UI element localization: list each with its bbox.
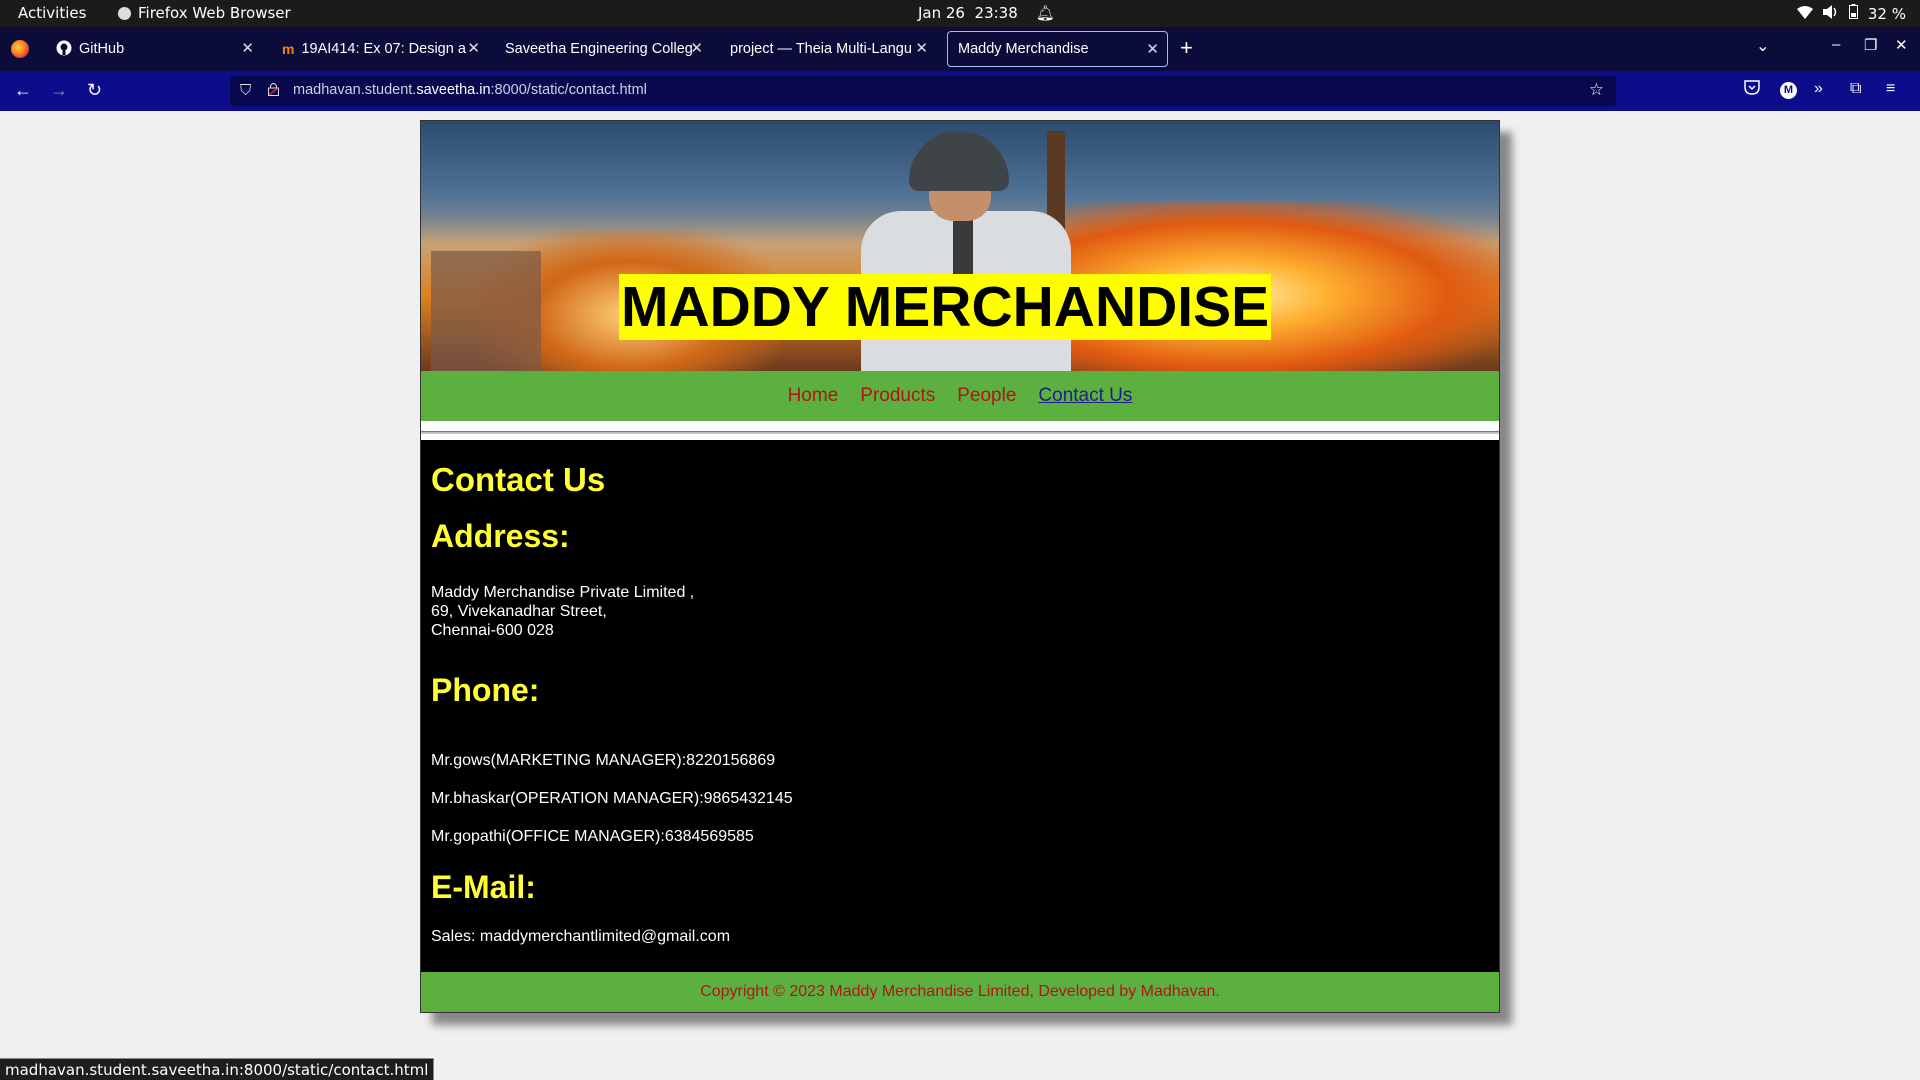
address-line: Chennai-600 028	[431, 622, 554, 639]
close-tab-icon[interactable]: ✕	[467, 39, 480, 57]
tab-saveetha[interactable]: Saveetha Engineering Colleg ✕	[495, 31, 711, 67]
app-menu[interactable]: Firefox Web Browser	[118, 4, 291, 22]
volume-icon	[1822, 4, 1839, 23]
lock-icon[interactable]	[268, 82, 279, 99]
minimize-icon[interactable]: –	[1832, 36, 1840, 53]
activities-button[interactable]: Activities	[18, 4, 86, 22]
bookmark-star-icon[interactable]: ☆	[1589, 80, 1604, 100]
reload-icon[interactable]: ↻	[87, 80, 102, 101]
forward-icon[interactable]: →	[50, 80, 68, 101]
address-line: 69, Vivekanadhar Street,	[431, 603, 607, 620]
phone-entry: Mr.gows(MARKETING MANAGER):8220156869	[431, 752, 776, 769]
phone-entry: Mr.gopathi(OFFICE MANAGER):6384569585	[431, 828, 754, 845]
email-entry: Sales: maddymerchantlimited@gmail.com	[431, 928, 731, 945]
list-all-tabs-icon[interactable]: ⌄	[1756, 36, 1769, 56]
nav-contact-link[interactable]: Contact Us	[1038, 385, 1132, 407]
nav-products-link[interactable]: Products	[860, 385, 935, 407]
new-tab-icon[interactable]: +	[1180, 35, 1193, 61]
battery-icon	[1848, 4, 1858, 23]
date: Jan 26	[918, 4, 965, 22]
site-footer: Copyright © 2023 Maddy Merchandise Limit…	[421, 972, 1499, 1012]
tab-label: 19AI414: Ex 07: Design a	[301, 41, 466, 57]
extensions-icon[interactable]: ⧉	[1850, 80, 1861, 98]
tab-label: Maddy Merchandise	[958, 41, 1089, 57]
email-heading: E-Mail:	[431, 869, 536, 905]
system-top-bar: Activities Firefox Web Browser Jan 26 23…	[0, 0, 1920, 27]
restore-icon[interactable]: ❐	[1864, 36, 1877, 54]
header-banner: MADDY MERCHANDISE	[421, 121, 1499, 371]
url-prefix: madhavan.student.	[293, 82, 417, 98]
clock[interactable]: Jan 26 23:38 🔔︎	[918, 4, 1055, 22]
url-domain: saveetha.in	[416, 82, 491, 98]
hamburger-menu-icon[interactable]: ≡	[1886, 80, 1895, 98]
close-tab-icon[interactable]: ✕	[915, 39, 928, 57]
tab-label: Saveetha Engineering Colleg	[505, 41, 693, 57]
address-line: Maddy Merchandise Private Limited ,	[431, 584, 695, 601]
overflow-chevron-icon[interactable]: »	[1814, 80, 1823, 98]
pocket-icon[interactable]	[1744, 80, 1760, 100]
close-window-icon[interactable]: ✕	[1895, 36, 1908, 54]
firefox-view-icon[interactable]	[11, 40, 29, 58]
nav-people-link[interactable]: People	[957, 385, 1016, 407]
tab-project-theia[interactable]: project — Theia Multi-Langu ✕	[720, 31, 936, 67]
tab-strip: GitHub ✕ m 19AI414: Ex 07: Design a ✕ Sa…	[0, 27, 1920, 71]
tab-github[interactable]: GitHub ✕	[46, 31, 262, 67]
firefox-icon	[118, 6, 131, 20]
tab-label: project — Theia Multi-Langu	[730, 41, 912, 57]
close-tab-icon[interactable]: ✕	[690, 39, 703, 57]
site-title: MADDY MERCHANDISE	[619, 274, 1272, 340]
wifi-icon	[1796, 5, 1813, 23]
app-name: Firefox Web Browser	[138, 4, 291, 22]
navigation-toolbar: ← → ↻ ⛉ madhavan.student.saveetha.in:800…	[0, 71, 1920, 111]
tab-19ai414[interactable]: m 19AI414: Ex 07: Design a ✕	[272, 31, 488, 67]
contact-content: Contact Us Address: Maddy Merchandise Pr…	[421, 440, 1499, 972]
link-status-bar: madhavan.student.saveetha.in:8000/static…	[0, 1058, 435, 1080]
battery-percent: 32 %	[1867, 4, 1906, 23]
banner-statue	[431, 251, 541, 371]
phone-heading: Phone:	[431, 672, 540, 708]
shield-icon[interactable]: ⛉	[240, 82, 251, 99]
divider	[421, 431, 1499, 434]
tab-label: GitHub	[79, 41, 125, 57]
url-bar[interactable]: ⛉ madhavan.student.saveetha.in:8000/stat…	[230, 76, 1616, 106]
close-tab-icon[interactable]: ✕	[241, 39, 254, 57]
webpage-container: MADDY MERCHANDISE Home Products People C…	[420, 120, 1500, 1013]
moodle-icon: m	[282, 41, 295, 57]
site-nav-menu: Home Products People Contact Us	[421, 371, 1499, 421]
url-suffix: :8000/static/contact.html	[490, 82, 647, 98]
phone-entry: Mr.bhaskar(OPERATION MANAGER):9865432145	[431, 790, 793, 807]
alarm-icon: 🔔︎	[1035, 4, 1055, 22]
tab-maddy-merchandise[interactable]: Maddy Merchandise ✕	[947, 31, 1168, 67]
close-tab-icon[interactable]: ✕	[1146, 40, 1159, 58]
address-heading: Address:	[431, 518, 570, 554]
url-text[interactable]: madhavan.student.saveetha.in:8000/static…	[293, 82, 647, 98]
back-icon[interactable]: ←	[14, 80, 32, 101]
system-tray[interactable]: 32 %	[1796, 4, 1906, 23]
page-heading: Contact Us	[431, 461, 606, 498]
nav-home-link[interactable]: Home	[788, 385, 839, 407]
account-icon[interactable]: M	[1780, 80, 1797, 99]
github-icon	[56, 40, 72, 59]
time: 23:38	[974, 4, 1018, 22]
